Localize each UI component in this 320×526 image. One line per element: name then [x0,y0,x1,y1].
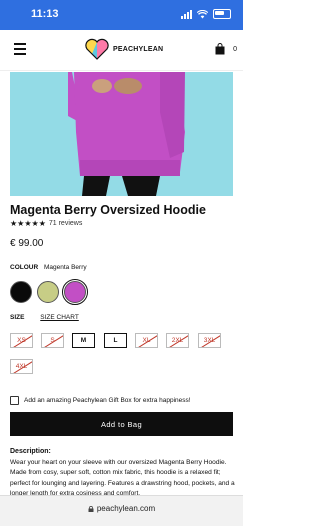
add-to-bag-button[interactable]: Add to Bag [10,412,233,436]
gift-box-option[interactable]: Add an amazing Peachylean Gift Box for e… [10,396,191,405]
description-text: Wear your heart on your sleeve with our … [10,459,235,498]
selected-colour: Magenta Berry [43,264,87,271]
menu-icon[interactable] [14,43,26,55]
swatch-magenta[interactable] [62,279,88,305]
url-display[interactable]: peachylean.com [0,504,243,513]
description-title: Description: [10,448,51,455]
size-option-m[interactable]: M [72,333,95,348]
site-header: PEACHYLEAN 0 [0,30,243,71]
size-option-xs[interactable]: XS [10,333,33,348]
url-text: peachylean.com [96,504,156,513]
swatch-black[interactable] [10,281,32,303]
colour-label-row: COLOUR Magenta Berry [10,264,87,271]
status-icons [181,9,231,19]
size-option-s[interactable]: S [41,333,64,348]
size-option-4xl[interactable]: 4XL [10,359,33,374]
swatch-sage[interactable] [37,281,59,303]
size-label-row: SIZE SIZE CHART [10,314,79,321]
heart-logo-icon [85,38,109,60]
cart-count: 0 [233,46,237,53]
rating[interactable]: ★★★★★ 71 reviews [10,219,82,228]
colour-swatches [10,279,88,305]
product-image[interactable] [10,72,233,196]
product-price: € 99.00 [10,238,44,249]
review-count[interactable]: 71 reviews [49,220,82,227]
status-bar: 11:13 [0,0,243,30]
brand-logo[interactable]: PEACHYLEAN [85,38,163,60]
wifi-icon [197,9,208,18]
lock-icon [88,505,94,512]
status-time: 11:13 [31,8,59,20]
product-title: Magenta Berry Oversized Hoodie [10,203,206,217]
star-rating-icon: ★★★★★ [10,219,46,228]
bag-icon[interactable] [215,43,225,55]
battery-icon [213,9,231,19]
size-label: SIZE [10,314,25,321]
size-chart-link[interactable]: SIZE CHART [40,314,79,321]
size-option-3xl[interactable]: 3XL [198,333,221,348]
browser-url-bar[interactable]: peachylean.com [0,495,243,526]
size-option-xl[interactable]: XL [135,333,158,348]
gift-box-checkbox[interactable] [10,396,19,405]
signal-icon [181,9,192,19]
hoodie-photo [10,72,233,196]
colour-label: COLOUR [10,264,39,271]
size-option-2xl[interactable]: 2XL [166,333,189,348]
brand-name: PEACHYLEAN [113,45,164,53]
gift-box-label: Add an amazing Peachylean Gift Box for e… [24,397,191,404]
size-option-l[interactable]: L [104,333,127,348]
